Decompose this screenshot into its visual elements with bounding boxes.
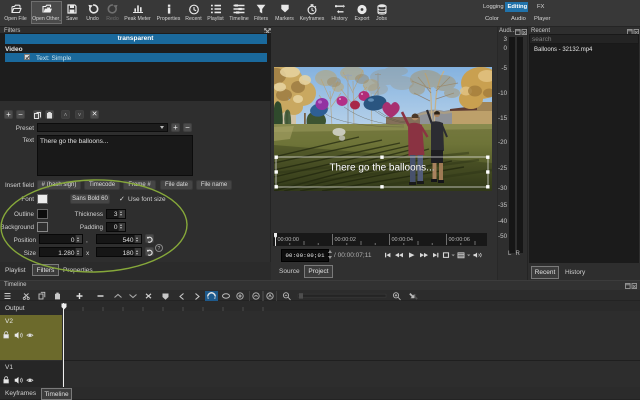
svg-text:00:00:00: 00:00:00	[278, 237, 299, 243]
svg-text:00:00:02: 00:00:02	[335, 237, 356, 243]
svg-text:There go the balloons...: There go the balloons...	[329, 163, 434, 174]
svg-text:00:00:04: 00:00:04	[392, 237, 413, 243]
svg-text:00:00:06: 00:00:06	[449, 237, 470, 243]
